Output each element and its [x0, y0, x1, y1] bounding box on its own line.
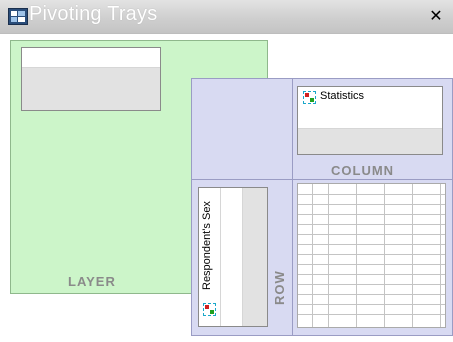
grid-line — [298, 284, 445, 285]
row-tray[interactable]: Respondent's Sex — [198, 187, 268, 327]
grid-line — [298, 214, 445, 215]
grid-line — [298, 264, 445, 265]
pivot-table-icon — [8, 8, 28, 25]
grid-line — [298, 244, 445, 245]
grid-line — [356, 184, 357, 327]
grid-line — [384, 184, 385, 327]
grid-line — [298, 224, 445, 225]
title-bar[interactable]: Pivoting Trays ✕ — [0, 0, 453, 34]
pivot-divider-horizontal — [192, 179, 452, 180]
pivot-variable-icon[interactable] — [303, 91, 316, 104]
grid-line — [298, 294, 445, 295]
grid-line — [298, 194, 445, 195]
column-tray-item-label: Statistics — [320, 90, 365, 102]
layer-tray-label: LAYER — [68, 274, 116, 289]
layer-tray-slot — [22, 48, 160, 68]
row-tray-label: ROW — [272, 270, 287, 305]
grid-line — [298, 274, 445, 275]
pivot-variable-icon[interactable] — [203, 303, 216, 316]
column-tray-item-statistics[interactable]: Statistics — [298, 87, 442, 109]
grid-line — [298, 204, 445, 205]
close-button[interactable]: ✕ — [428, 8, 444, 24]
grid-line — [298, 234, 445, 235]
column-tray-slot — [298, 109, 442, 129]
column-tray[interactable]: Statistics — [297, 86, 443, 155]
grid-line — [328, 184, 329, 327]
close-icon: ✕ — [429, 6, 443, 25]
grid-line — [298, 254, 445, 255]
pivot-divider-vertical — [292, 79, 293, 335]
grid-line — [312, 184, 313, 327]
grid-line — [298, 314, 445, 315]
layer-tray-drop-box[interactable] — [21, 47, 161, 111]
table-grid — [297, 183, 446, 328]
grid-line — [412, 184, 413, 327]
window-title: Pivoting Trays — [29, 3, 158, 25]
grid-line — [440, 184, 441, 327]
pivot-area: Statistics COLUMN Respondent's Sex ROW — [191, 78, 453, 336]
row-tray-item-label: Respondent's Sex — [201, 201, 213, 290]
grid-line — [298, 304, 445, 305]
row-tray-item-respondents-sex[interactable]: Respondent's Sex — [199, 188, 221, 326]
row-tray-slot — [221, 188, 243, 326]
pivoting-trays-window: Pivoting Trays ✕ LAYER Statistics COLUMN — [0, 0, 453, 342]
column-tray-label: COLUMN — [331, 163, 395, 178]
